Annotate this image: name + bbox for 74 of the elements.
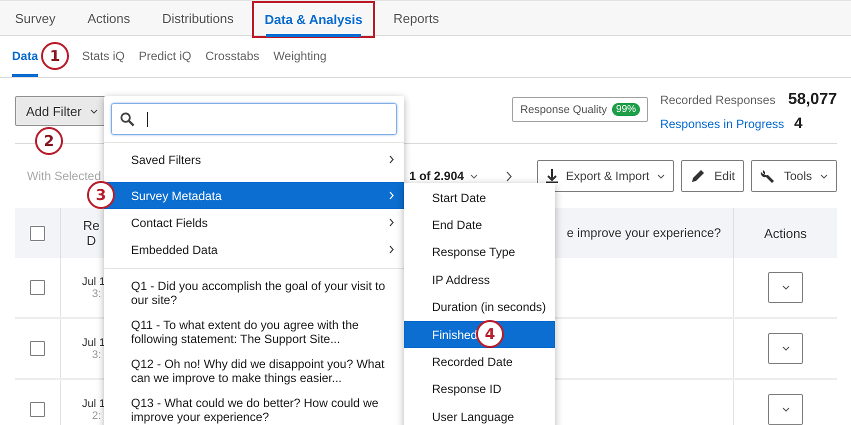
chevron-down-icon <box>657 174 666 178</box>
chevron-right-icon <box>389 245 394 254</box>
row-actions-button[interactable] <box>768 272 803 303</box>
date-text: Jul 1 <box>82 276 106 288</box>
toolbar-button[interactable]: Tools <box>750 160 837 192</box>
question-menu-item[interactable]: Q12 - Oh no! Why did we disappoint you? What can we improve to make things easier... <box>104 352 404 391</box>
responses-in-progress-link[interactable]: Responses in Progress <box>660 116 794 130</box>
step-marker: 4 <box>476 320 504 348</box>
question-menu-item[interactable]: Q11 - To what extent do you agree with the following statement: The Support Site... <box>104 313 404 352</box>
chevron-right-icon <box>389 218 394 227</box>
sub-tab[interactable]: Crosstabs <box>205 36 260 77</box>
select-all-checkbox[interactable] <box>30 226 45 240</box>
column-header: Actions <box>764 226 807 240</box>
time-text: 2: <box>91 410 102 422</box>
nav-tab[interactable]: Actions <box>74 1 144 35</box>
step-marker: 3 <box>87 181 115 209</box>
sub-tab[interactable]: Weighting <box>273 36 327 77</box>
search-field[interactable] <box>111 103 397 135</box>
step-marker: 1 <box>41 42 69 70</box>
row-checkbox[interactable] <box>30 402 45 417</box>
menu-item[interactable]: IP Address <box>404 266 555 294</box>
with-selected-label: With Selected <box>27 169 102 183</box>
quality-badge: 99% <box>612 103 640 116</box>
row-checkbox[interactable] <box>30 280 45 295</box>
column-header: Re D <box>83 218 100 248</box>
menu-item[interactable]: Response ID <box>404 376 555 404</box>
time-text: 3: <box>91 348 102 360</box>
question-menu-item[interactable]: Q13 - What could we do better? How could we improve your experience? <box>104 391 404 425</box>
chevron-down-icon <box>90 108 98 114</box>
nav-tab[interactable]: Distributions <box>149 1 247 35</box>
recorded-responses-label: Recorded Responses <box>660 93 776 107</box>
step-marker: 2 <box>35 127 63 155</box>
recorded-responses-count: 58,077 <box>788 91 837 109</box>
chevron-down-icon <box>820 174 828 178</box>
search-icon <box>120 112 135 126</box>
menu-item[interactable]: Embedded Data <box>104 236 404 263</box>
download-icon <box>546 169 558 183</box>
date-text: Jul 1 <box>82 398 106 410</box>
menu-item[interactable]: Contact Fields <box>104 209 404 236</box>
nav-tab[interactable]: Survey <box>2 1 68 35</box>
response-quality-box[interactable]: Response Quality 99% <box>512 97 648 122</box>
sub-tab[interactable]: Stats iQ <box>82 36 125 77</box>
menu-item[interactable]: Finished 4 <box>404 320 555 348</box>
date-text: Jul 1 <box>82 336 106 348</box>
column-header: e improve your experience? <box>566 226 721 240</box>
chevron-right-icon <box>389 155 394 164</box>
pencil-icon <box>690 168 706 184</box>
toolbar-button[interactable]: Export & Import <box>536 160 674 192</box>
sub-tab[interactable]: Data <box>12 36 38 77</box>
sub-tab[interactable]: Predict iQ <box>138 36 192 77</box>
menu-item[interactable]: User Language <box>404 403 555 425</box>
time-text: 3: <box>91 288 102 300</box>
nav-tab[interactable]: Reports <box>380 1 452 35</box>
chevron-down-icon <box>782 407 790 412</box>
row-actions-button[interactable] <box>768 394 803 425</box>
toolbar-button[interactable]: Edit <box>681 160 744 192</box>
response-quality-label: Response Quality <box>520 104 608 116</box>
row-actions-button[interactable] <box>768 333 803 364</box>
row-checkbox[interactable] <box>30 341 45 356</box>
nav-tab[interactable]: Data & Analysis <box>252 2 374 37</box>
menu-item[interactable]: Survey Metadata <box>104 182 404 209</box>
in-progress-count: 4 <box>794 115 802 132</box>
chevron-down-icon <box>470 174 478 178</box>
menu-item[interactable]: Response Type <box>404 238 555 266</box>
chevron-right-icon <box>389 191 394 200</box>
menu-item[interactable]: Saved Filters <box>104 146 404 173</box>
text-cursor <box>147 112 148 126</box>
menu-item[interactable]: Recorded Date <box>404 348 555 376</box>
menu-item[interactable]: Duration (in seconds) <box>404 294 555 321</box>
next-page-icon[interactable] <box>506 170 512 182</box>
menu-item[interactable]: End Date <box>404 211 555 239</box>
pagination-select[interactable]: 1 of 2.904 <box>409 169 464 183</box>
chevron-down-icon <box>782 346 790 351</box>
chevron-down-icon <box>782 285 790 290</box>
